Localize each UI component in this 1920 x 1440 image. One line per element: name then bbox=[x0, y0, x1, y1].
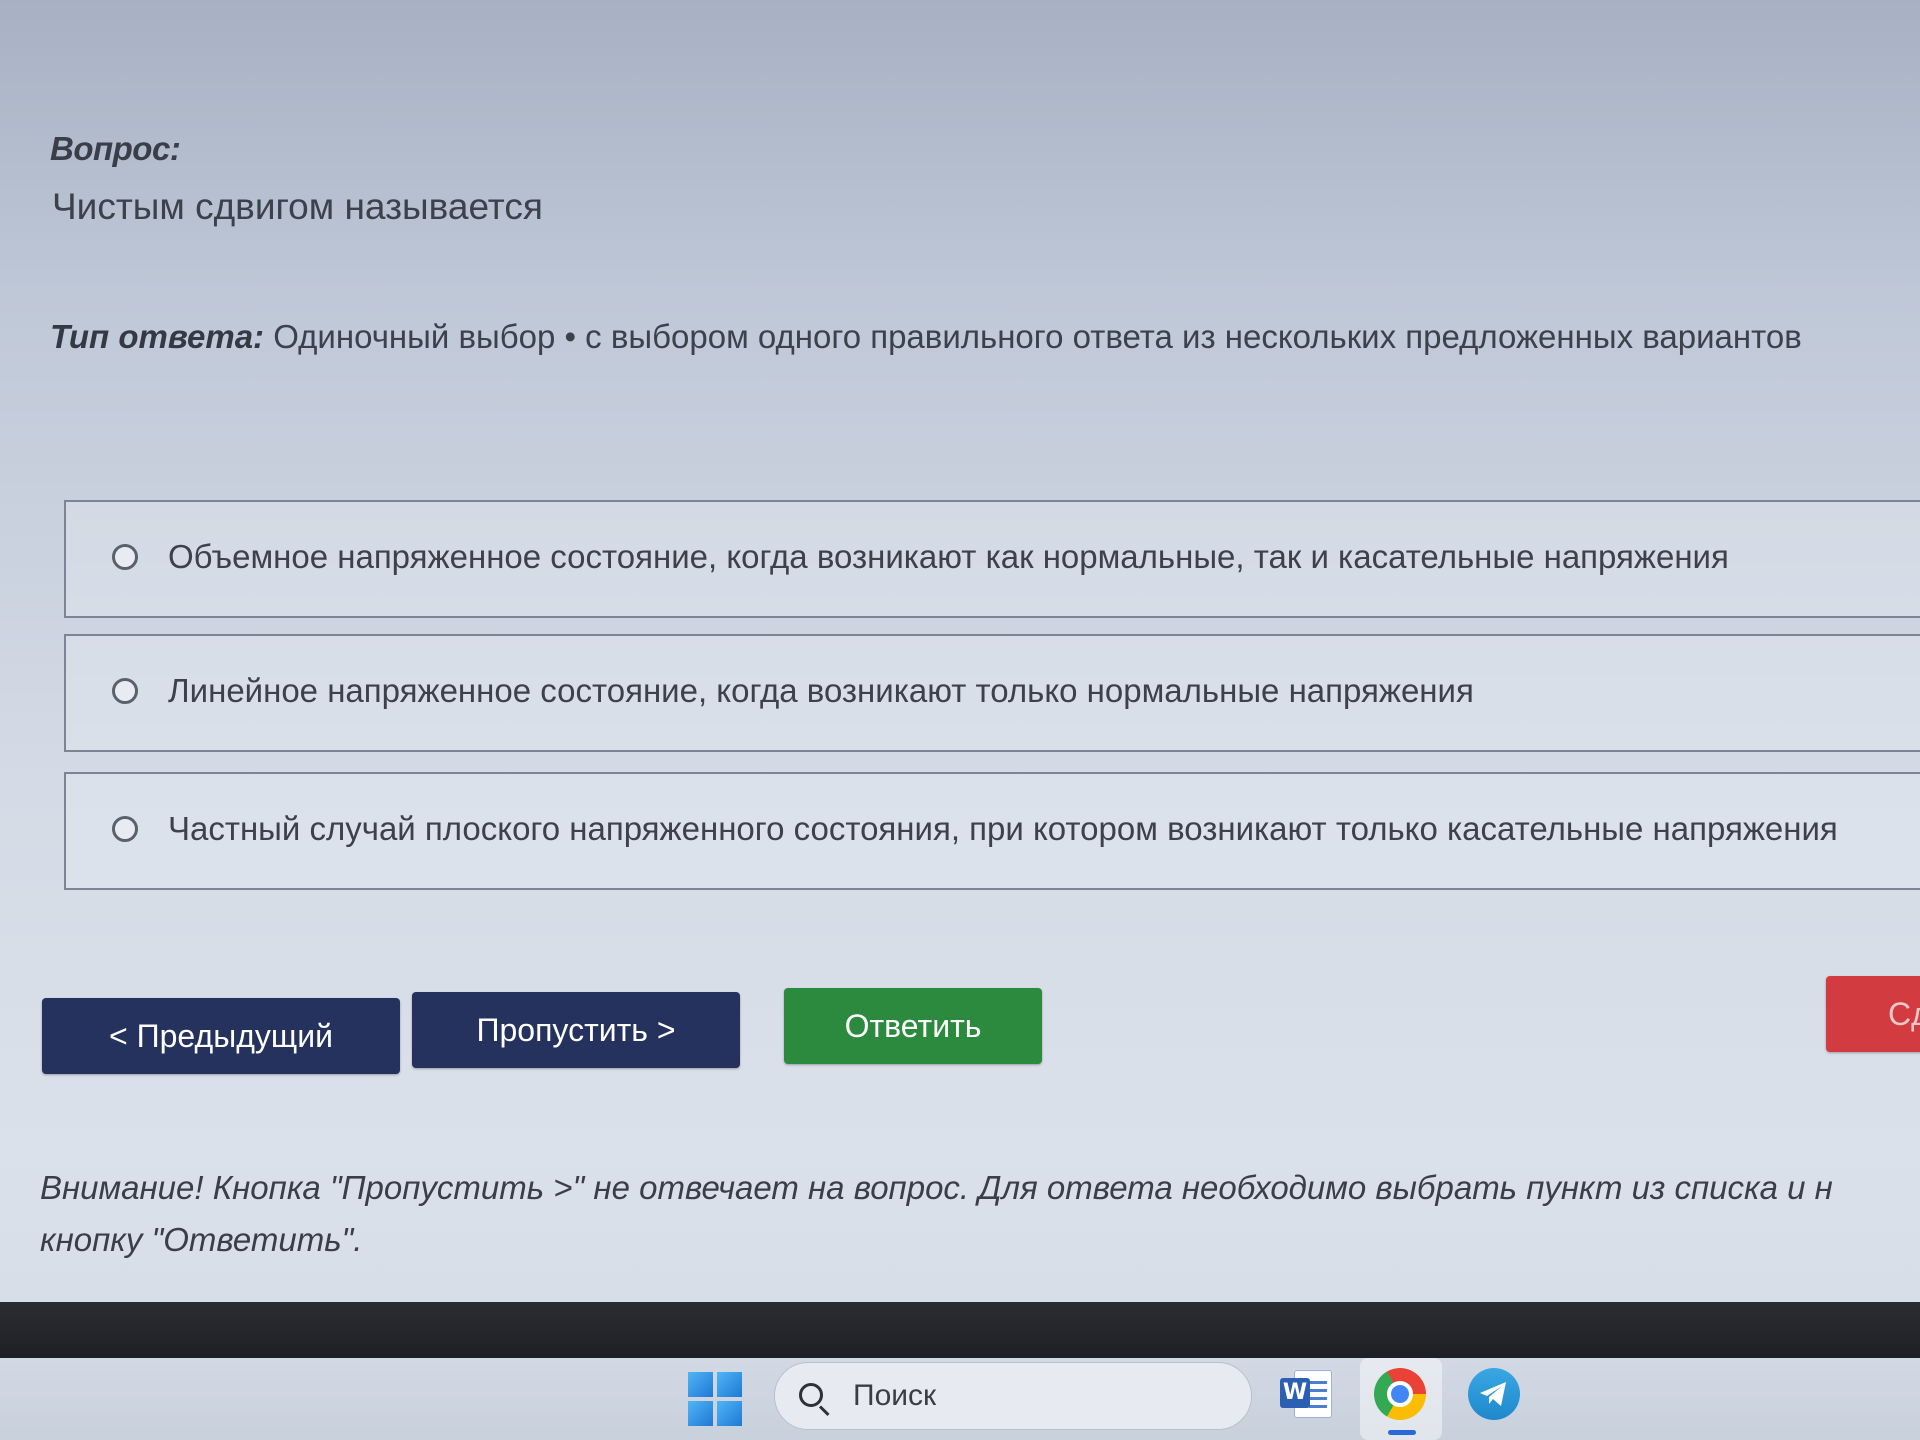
answer-type-value: Одиночный выбор • с выбором одного прави… bbox=[264, 318, 1802, 355]
warning-text: Внимание! Кнопка "Пропустить >" не отвеч… bbox=[40, 1162, 1833, 1266]
answer-option-text: Частный случай плоского напряженного сос… bbox=[168, 810, 1838, 847]
answer-option-1[interactable]: Объемное напряженное состояние, когда во… bbox=[64, 500, 1920, 618]
finish-button[interactable]: Сд bbox=[1826, 976, 1920, 1052]
screen: Вопрос: Чистым сдвигом называется Тип от… bbox=[0, 0, 1920, 1440]
taskbar: Поиск W bbox=[0, 1358, 1920, 1440]
telegram-icon[interactable] bbox=[1468, 1368, 1520, 1420]
taskbar-search[interactable]: Поиск bbox=[774, 1362, 1252, 1430]
search-placeholder: Поиск bbox=[853, 1379, 937, 1412]
radio-button[interactable] bbox=[112, 816, 138, 842]
warning-line-1: Внимание! Кнопка "Пропустить >" не отвеч… bbox=[40, 1169, 1833, 1206]
previous-button[interactable]: < Предыдущий bbox=[42, 998, 400, 1074]
question-label: Вопрос: bbox=[50, 130, 181, 167]
active-indicator bbox=[1388, 1430, 1416, 1435]
chrome-taskbar-button[interactable] bbox=[1360, 1358, 1442, 1440]
answer-type: Тип ответа: Одиночный выбор • с выбором … bbox=[50, 318, 1802, 356]
answer-option-text: Объемное напряженное состояние, когда во… bbox=[168, 538, 1729, 575]
chrome-icon bbox=[1374, 1368, 1426, 1420]
question-text: Чистым сдвигом называется bbox=[52, 186, 543, 227]
test-page: Вопрос: Чистым сдвигом называется Тип от… bbox=[0, 0, 1920, 1300]
answer-option-3[interactable]: Частный случай плоского напряженного сос… bbox=[64, 772, 1920, 890]
search-icon bbox=[799, 1383, 823, 1407]
laptop-bezel bbox=[0, 1302, 1920, 1360]
answer-option-2[interactable]: Линейное напряженное состояние, когда во… bbox=[64, 634, 1920, 752]
answer-option-text: Линейное напряженное состояние, когда во… bbox=[168, 672, 1474, 709]
skip-button[interactable]: Пропустить > bbox=[412, 992, 740, 1068]
windows-start-icon[interactable] bbox=[688, 1372, 742, 1426]
answer-type-label: Тип ответа: bbox=[50, 318, 265, 355]
radio-button[interactable] bbox=[112, 544, 138, 570]
warning-line-2: кнопку "Ответить". bbox=[40, 1221, 363, 1258]
answer-button[interactable]: Ответить bbox=[784, 988, 1042, 1064]
radio-button[interactable] bbox=[112, 678, 138, 704]
word-icon[interactable]: W bbox=[1280, 1368, 1332, 1420]
